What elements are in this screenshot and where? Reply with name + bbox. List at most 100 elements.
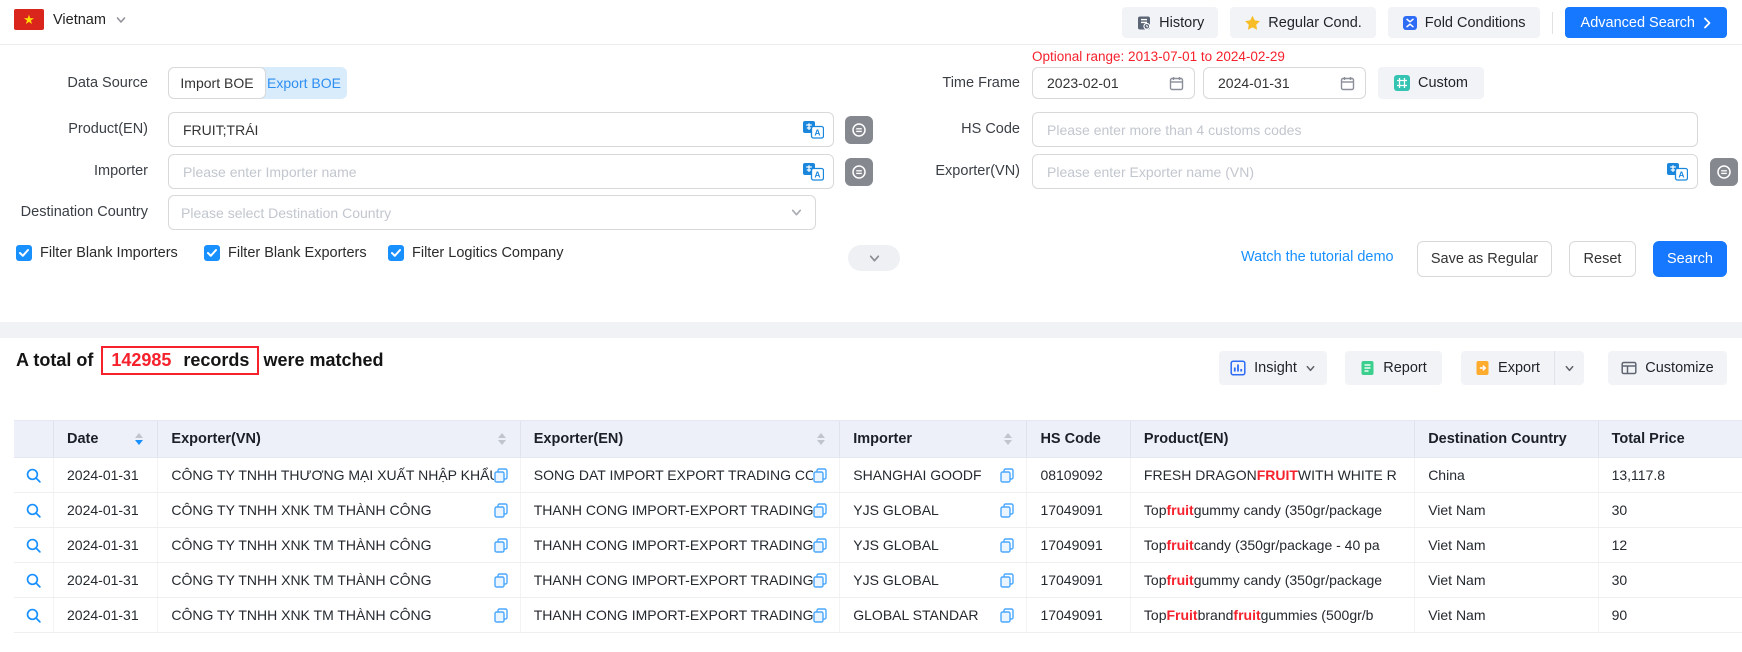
end-date-field[interactable] (1203, 67, 1366, 99)
translate-icon[interactable]: A (1667, 163, 1688, 181)
view-details-button[interactable] (14, 458, 54, 492)
hs-code-input[interactable] (1045, 121, 1685, 139)
cell-exporter-en-text: SONG DAT IMPORT EXPORT TRADING COMP (534, 467, 814, 483)
table-row: 2024-01-31CÔNG TY TNHH XNK TM THÀNH CÔNG… (14, 598, 1742, 633)
regular-cond-button[interactable]: Regular Cond. (1230, 7, 1376, 38)
cell-importer: GLOBAL STANDAR (840, 598, 1027, 632)
cell-hs-code: 17049091 (1027, 563, 1130, 597)
sort-control[interactable] (498, 433, 506, 445)
cell-date: 2024-01-31 (54, 458, 158, 492)
copy-icon[interactable] (813, 503, 827, 518)
fold-conditions-button[interactable]: Fold Conditions (1388, 7, 1540, 38)
product-text: WITH WHITE R (1298, 467, 1397, 483)
product-en-input[interactable] (181, 121, 791, 139)
history-button[interactable]: History (1122, 7, 1218, 38)
copy-icon[interactable] (1000, 503, 1014, 518)
product-text: Top (1144, 572, 1167, 588)
copy-icon[interactable] (494, 573, 508, 588)
sort-asc-icon[interactable] (1004, 433, 1012, 438)
search-icon (25, 537, 42, 554)
fold-conditions-label: Fold Conditions (1425, 15, 1526, 31)
copy-icon[interactable] (494, 538, 508, 553)
copy-icon[interactable] (1000, 608, 1014, 623)
insight-button[interactable]: Insight (1219, 351, 1327, 385)
column-header-exporter-vn[interactable]: Exporter(VN) (158, 421, 520, 457)
export-dropdown-button[interactable] (1554, 351, 1584, 385)
filter-logitics-company-checkbox[interactable]: Filter Logitics Company (388, 245, 564, 261)
column-header-date[interactable]: Date (54, 421, 158, 457)
save-as-regular-button[interactable]: Save as Regular (1417, 241, 1552, 277)
table-row: 2024-01-31CÔNG TY TNHH XNK TM THÀNH CÔNG… (14, 528, 1742, 563)
end-date-input[interactable] (1216, 74, 1320, 92)
copy-icon[interactable] (813, 538, 827, 553)
view-details-button[interactable] (14, 598, 54, 632)
advanced-search-button[interactable]: Advanced Search (1565, 7, 1727, 38)
copy-icon[interactable] (494, 468, 508, 483)
report-button[interactable]: Report (1345, 351, 1442, 385)
exporter-vn-field[interactable]: A (1032, 154, 1698, 189)
customize-button[interactable]: Customize (1608, 351, 1727, 385)
cell-product: Top fruit gummy candy (350gr/package (1131, 563, 1415, 597)
hs-code-field[interactable] (1032, 112, 1698, 147)
sort-asc-icon[interactable] (135, 433, 143, 438)
top-bar: ★ Vietnam History Regular Cond. Fold Con… (0, 0, 1742, 45)
view-details-button[interactable] (14, 528, 54, 562)
exporter-match-mode-button[interactable] (1710, 158, 1738, 186)
cell-total: 13,117.8 (1599, 458, 1742, 492)
importer-field[interactable]: A (168, 154, 834, 189)
importer-input[interactable] (181, 163, 791, 181)
tutorial-link[interactable]: Watch the tutorial demo (1241, 249, 1394, 265)
copy-icon[interactable] (813, 468, 827, 483)
export-boe-option[interactable]: Export BOE (261, 67, 347, 99)
sort-asc-icon[interactable] (817, 433, 825, 438)
table-header-row: DateExporter(VN)Exporter(EN)ImporterHS C… (14, 420, 1742, 458)
export-button[interactable]: Export (1461, 351, 1554, 385)
copy-icon[interactable] (494, 503, 508, 518)
translate-icon[interactable]: A (803, 163, 824, 181)
custom-range-button[interactable]: Custom (1378, 67, 1484, 99)
collapse-panel-button[interactable] (848, 245, 900, 271)
column-header-importer[interactable]: Importer (840, 421, 1027, 457)
calendar-icon[interactable] (1169, 76, 1184, 91)
country-selector[interactable]: ★ Vietnam (14, 9, 127, 30)
reset-button[interactable]: Reset (1569, 241, 1636, 277)
view-details-button[interactable] (14, 563, 54, 597)
column-header-exporter-en[interactable]: Exporter(EN) (521, 421, 841, 457)
cell-exporter-vn: CÔNG TY TNHH XNK TM THÀNH CÔNG (158, 563, 520, 597)
copy-icon[interactable] (1000, 468, 1014, 483)
destination-country-select[interactable]: Please select Destination Country (168, 195, 816, 230)
sort-asc-icon[interactable] (498, 433, 506, 438)
section-divider (0, 322, 1742, 338)
select-column-header (14, 421, 54, 457)
translate-icon[interactable]: A (803, 121, 824, 139)
copy-icon[interactable] (1000, 573, 1014, 588)
exporter-vn-input[interactable] (1045, 163, 1655, 181)
start-date-field[interactable] (1032, 67, 1195, 99)
start-date-input[interactable] (1045, 74, 1149, 92)
total-suffix: were matched (263, 350, 383, 371)
cell-total: 30 (1599, 493, 1742, 527)
sort-control[interactable] (135, 433, 143, 445)
cell-hs-code: 17049091 (1027, 598, 1130, 632)
copy-icon[interactable] (494, 608, 508, 623)
cell-importer-text: YJS GLOBAL (853, 502, 939, 518)
sort-control[interactable] (817, 433, 825, 445)
filter-blank-importers-checkbox[interactable]: Filter Blank Importers (16, 245, 178, 261)
search-button[interactable]: Search (1653, 241, 1727, 277)
copy-icon[interactable] (813, 573, 827, 588)
copy-icon[interactable] (813, 608, 827, 623)
product-en-field[interactable]: A (168, 112, 834, 147)
sort-desc-icon[interactable] (135, 440, 143, 445)
filter-blank-exporters-checkbox[interactable]: Filter Blank Exporters (204, 245, 367, 261)
view-details-button[interactable] (14, 493, 54, 527)
cell-importer-text: SHANGHAI GOODF (853, 467, 981, 483)
sort-desc-icon[interactable] (1004, 440, 1012, 445)
cell-exporter-en: THANH CONG IMPORT-EXPORT TRADING C (521, 493, 841, 527)
calendar-icon[interactable] (1340, 76, 1355, 91)
import-boe-option[interactable]: Import BOE (168, 67, 266, 99)
chevron-down-icon (1305, 363, 1316, 374)
sort-desc-icon[interactable] (498, 440, 506, 445)
sort-control[interactable] (1004, 433, 1012, 445)
copy-icon[interactable] (1000, 538, 1014, 553)
sort-desc-icon[interactable] (817, 440, 825, 445)
